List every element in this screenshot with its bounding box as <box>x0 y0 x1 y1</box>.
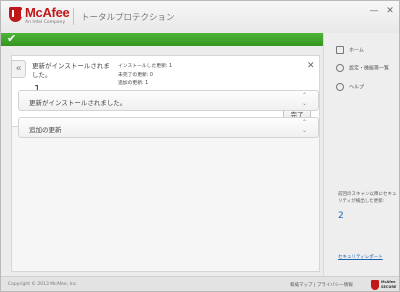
sidebar-item-label: ヘルプ <box>349 84 365 91</box>
scan-summary-text: 前回のスキャン以降にセキュリティが検出した更新: <box>338 192 397 204</box>
title-divider <box>73 8 74 25</box>
sidebar-item-help[interactable]: ヘルプ <box>336 83 364 91</box>
expand-collapse-icon: ⌃ ⌄ <box>302 119 308 134</box>
title-bar: McAfee An Intel Company トータルプロテクション — ✕ <box>1 1 399 33</box>
update-card-title: 更新がインストールされました。 <box>32 62 110 79</box>
window-close-button[interactable]: ✕ <box>383 5 397 17</box>
footer: Copyright © 2013 McAfee, Inc. 脅威マップ | プラ… <box>1 276 399 291</box>
app-window: McAfee An Intel Company トータルプロテクション — ✕ … <box>0 0 400 292</box>
settings-icon <box>336 64 344 72</box>
detail-installed: インストールした更新: 1 <box>118 64 173 69</box>
accordion-additional-updates[interactable]: 追加の更新 ⌃ ⌄ <box>18 117 319 138</box>
sidebar-item-label: ホーム <box>349 47 364 54</box>
scan-update-count: 2 <box>338 211 344 221</box>
sidebar-item-home[interactable]: ホーム <box>336 46 364 54</box>
accordion-label: 追加の更新 <box>29 126 62 134</box>
secure-badge-line1: McAfee <box>381 280 396 284</box>
sidebar-item-settings[interactable]: 設定・機能等一覧 <box>336 64 389 72</box>
main-panel: « 更新がインストールされました。 1 インストールした更新: 1 未完了の更新… <box>1 46 323 276</box>
secure-shield-icon <box>371 280 379 290</box>
check-icon: ✔ <box>7 32 17 45</box>
copyright-text: Copyright © 2013 McAfee, Inc. <box>8 282 78 287</box>
help-icon <box>336 83 344 91</box>
accordion-installed-updates[interactable]: 更新がインストールされました。 ⌃ ⌄ <box>18 90 319 111</box>
update-details: インストールした更新: 1 未完了の更新: 0 追加の更新: 1 <box>118 63 172 89</box>
sidebar-item-label: 設定・機能等一覧 <box>349 65 390 72</box>
footer-links[interactable]: 脅威マップ | プライバシー情報 <box>290 282 353 288</box>
brand-subtitle: An Intel Company <box>25 20 66 25</box>
expand-collapse-icon: ⌃ ⌄ <box>302 92 308 107</box>
card-close-button[interactable]: ✕ <box>307 61 315 71</box>
secure-badge-line2: SECURE <box>381 284 397 289</box>
home-icon <box>336 46 344 54</box>
mcafee-secure-badge: McAfee SECURE <box>371 280 397 291</box>
mcafee-shield-icon <box>9 7 23 22</box>
protection-status-bar: ✔ <box>1 32 323 46</box>
back-button[interactable]: « <box>11 60 26 78</box>
detail-pending: 未完了の更新: 0 <box>118 72 153 78</box>
mcafee-logo: McAfee An Intel Company <box>9 5 70 29</box>
brand-name: McAfee <box>25 5 70 20</box>
minimize-button[interactable]: — <box>367 5 381 17</box>
secure-badge-text: McAfee SECURE <box>381 280 396 289</box>
right-sidebar: ホーム 設定・機能等一覧 ヘルプ 前回のスキャン以降にセキュリティが検出した更新… <box>323 33 399 276</box>
app-title: トータルプロテクション <box>81 13 175 23</box>
accordion-label: 更新がインストールされました。 <box>29 99 127 107</box>
details-frame <box>11 126 320 272</box>
detail-additional: 追加の更新: 1 <box>118 81 149 86</box>
security-report-link[interactable]: セキュリティレポート <box>338 254 383 260</box>
